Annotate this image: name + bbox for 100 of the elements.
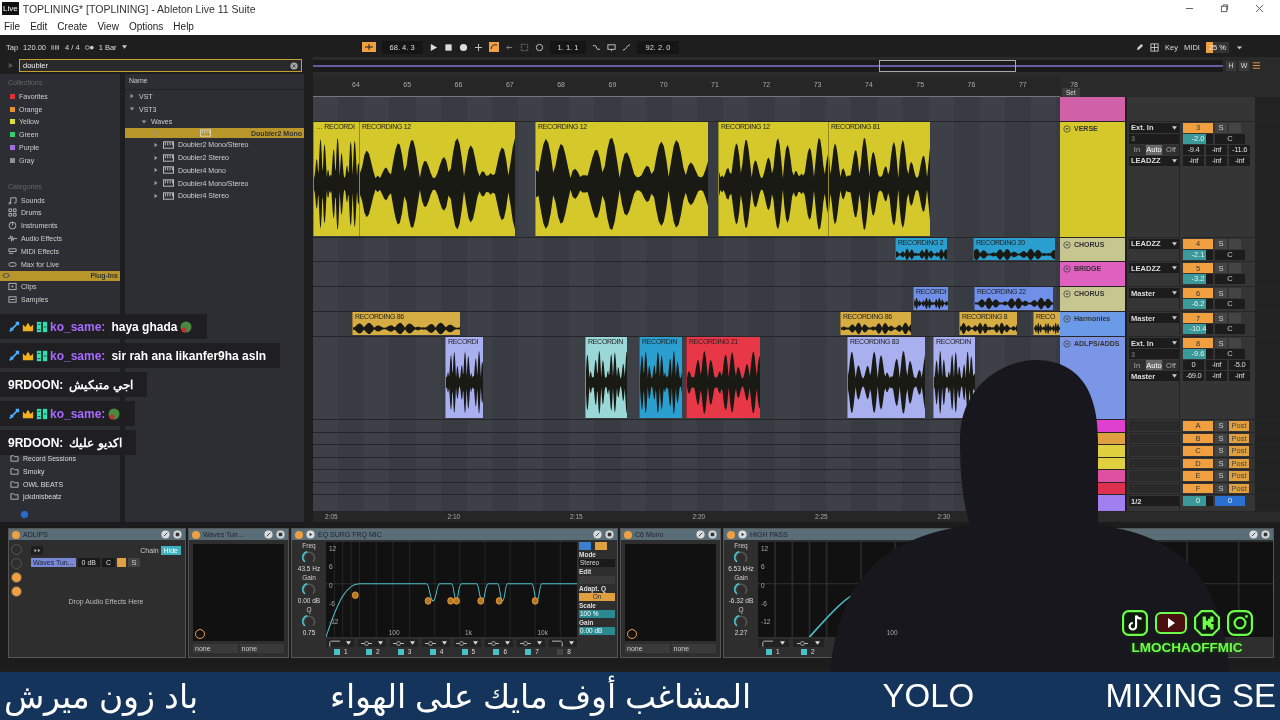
save-icon[interactable] [276, 530, 285, 539]
midi-icon [8, 246, 17, 256]
eq-curve-drawing[interactable] [326, 542, 577, 637]
chain-toggle-icon[interactable] [31, 546, 43, 555]
grid-icon[interactable] [1150, 42, 1160, 52]
filter-type-select[interactable] [793, 639, 824, 647]
save-icon[interactable] [605, 530, 614, 539]
band-toggle[interactable] [557, 648, 564, 655]
knob[interactable] [733, 549, 749, 565]
curve-icon[interactable] [592, 42, 602, 52]
close-icon[interactable] [1255, 4, 1264, 13]
caret-icon [1172, 374, 1177, 379]
bars-icon[interactable] [51, 42, 61, 52]
plugin-icon [163, 166, 174, 175]
music-note-icon [1121, 610, 1148, 636]
filter-type-select[interactable] [517, 639, 546, 647]
ticker-text: MIXING SE [1105, 677, 1276, 715]
save-icon[interactable] [708, 530, 717, 539]
band-toggle[interactable] [801, 648, 807, 655]
menu-icon[interactable] [1252, 61, 1261, 71]
help-icon[interactable] [20, 510, 29, 519]
ramp-icon[interactable] [622, 42, 632, 52]
circle-icon[interactable] [534, 42, 544, 52]
play-icon[interactable] [428, 42, 438, 52]
band-toggle[interactable] [397, 648, 404, 655]
plugin-icon [163, 153, 174, 162]
band-toggle[interactable] [766, 648, 772, 655]
hot-swap-icon[interactable] [696, 530, 705, 539]
menu-item[interactable]: View [97, 20, 119, 32]
filter-type-select[interactable] [549, 639, 577, 647]
hot-swap-icon[interactable] [1249, 530, 1258, 539]
filter-type-select[interactable] [453, 639, 482, 647]
restore-icon[interactable] [1220, 4, 1229, 13]
clear-icon[interactable] [290, 61, 298, 70]
sword-icon [8, 320, 20, 333]
device-on-icon[interactable] [12, 530, 20, 539]
knob[interactable] [301, 581, 317, 597]
metronome-icon[interactable] [84, 42, 94, 52]
hot-swap-icon[interactable] [161, 530, 170, 539]
menu-item[interactable]: Help [173, 20, 194, 32]
fold-icon[interactable] [1063, 290, 1071, 299]
speaker-icon[interactable] [117, 558, 127, 567]
filter-type-select[interactable] [758, 639, 789, 647]
filter-type-select[interactable] [326, 639, 354, 647]
chat-username: ko_same: [50, 348, 106, 363]
follow-icon[interactable] [361, 42, 376, 52]
knob[interactable] [733, 613, 749, 629]
hot-swap-icon[interactable] [593, 530, 602, 539]
plug-icon [2, 271, 11, 281]
caret-icon[interactable] [121, 45, 127, 49]
emote-icon [179, 319, 194, 334]
band-toggle[interactable] [334, 648, 340, 655]
hot-swap-icon[interactable] [264, 530, 273, 539]
screen-icon[interactable] [607, 42, 617, 52]
filter-type-select[interactable] [389, 639, 418, 647]
fold-icon[interactable] [1063, 240, 1071, 249]
device-on-icon[interactable] [624, 530, 632, 539]
caret-icon [537, 641, 543, 645]
chat-username: 9RDOON: [8, 435, 64, 450]
plugin-icon [163, 191, 174, 200]
caret-icon [780, 641, 786, 645]
menu-item[interactable]: File [4, 20, 21, 32]
knob[interactable] [301, 613, 317, 629]
app-icon: Live [2, 2, 19, 15]
device-on-icon[interactable] [727, 530, 735, 539]
device-on-icon[interactable] [295, 530, 303, 539]
waveform-drawing [841, 322, 911, 336]
caret-icon [1172, 316, 1177, 321]
badge-icon [36, 407, 48, 420]
note-icon [8, 195, 17, 205]
knob[interactable] [733, 581, 749, 597]
record-icon[interactable] [458, 42, 468, 52]
menu-item[interactable]: Edit [30, 20, 48, 32]
overview-window[interactable] [879, 60, 1016, 72]
save-icon[interactable] [1261, 530, 1270, 539]
fold-icon[interactable] [1063, 124, 1071, 133]
band-toggle[interactable] [525, 648, 532, 655]
punch-icon[interactable] [519, 42, 529, 52]
loop-icon[interactable] [488, 42, 499, 52]
device-on-icon[interactable] [192, 530, 200, 539]
knob[interactable] [301, 549, 317, 565]
rack-view-button[interactable] [11, 586, 22, 597]
pencil-icon[interactable] [1135, 42, 1145, 52]
menu-item[interactable]: Create [57, 20, 88, 32]
filter-type-select[interactable] [357, 639, 386, 647]
rack-view-button[interactable] [11, 572, 22, 583]
stop-icon[interactable] [443, 42, 453, 52]
filter-type-select[interactable] [421, 639, 450, 647]
ticker-text: المشاغب أوف مايك على الهواء [329, 676, 752, 716]
save-icon[interactable] [173, 530, 182, 539]
filter-type-select[interactable] [485, 639, 514, 647]
band-toggle[interactable] [429, 648, 436, 655]
menu-item[interactable]: Options [128, 20, 164, 32]
band-toggle[interactable] [493, 648, 500, 655]
band-toggle[interactable] [461, 648, 468, 655]
plus-icon[interactable] [473, 42, 483, 52]
band-toggle[interactable] [365, 648, 372, 655]
overview-strip[interactable] [313, 60, 1223, 72]
caret-icon [569, 641, 575, 645]
caret-icon [815, 641, 821, 645]
